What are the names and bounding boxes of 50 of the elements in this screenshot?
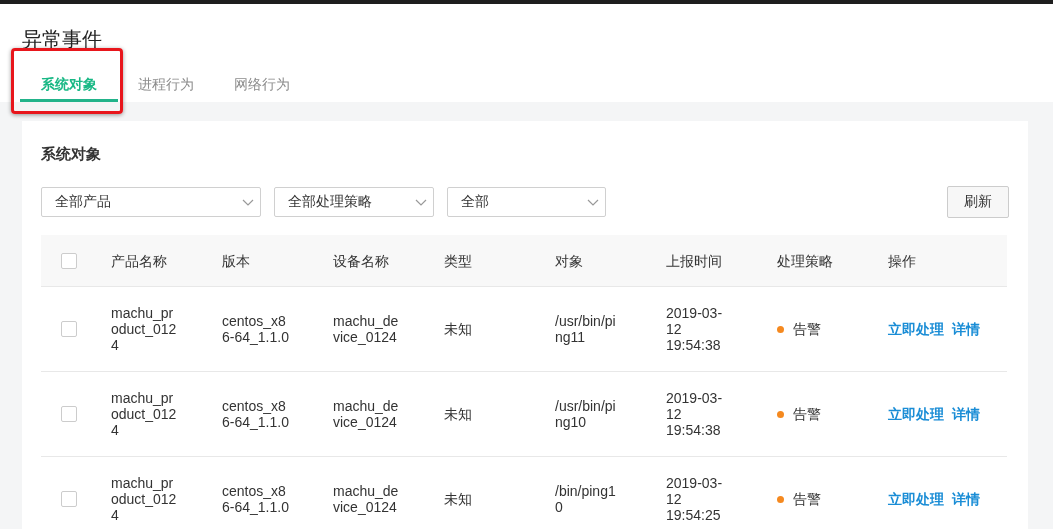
chevron-icon (415, 198, 427, 206)
status-label: 告警 (793, 406, 821, 422)
type-cell-text: 未知 (444, 491, 473, 507)
version-cell: centos_x86-64_1.1.0 (222, 313, 290, 345)
object-cell: /usr/bin/ping10 (555, 398, 617, 430)
time-cell-text: 2019-03-12 19:54:38 (666, 305, 724, 353)
type-cell-text: 未知 (444, 321, 473, 337)
version-cell: centos_x86-64_1.1.0 (222, 483, 290, 515)
page-title: 异常事件 (22, 27, 103, 52)
column-header: 类型 (444, 252, 472, 269)
action-link[interactable]: 立即处理 (888, 321, 944, 337)
time-cell-text: 2019-03-12 19:54:25 (666, 475, 724, 523)
checkbox[interactable] (61, 491, 77, 507)
device-cell: machu_device_0124 (333, 398, 400, 430)
action-link[interactable]: 详情 (952, 321, 980, 337)
checkbox[interactable] (61, 252, 77, 269)
card-title: 系统对象 (41, 144, 102, 163)
type-cell-text: 未知 (444, 406, 473, 422)
column-header: 对象 (555, 252, 583, 269)
column-header: 产品名称 (111, 252, 167, 269)
column-header: 处理策略 (777, 252, 833, 269)
tab[interactable]: 网络行为 (214, 68, 310, 102)
device-cell: machu_device_0124 (333, 483, 400, 515)
device-cell: machu_device_0124 (333, 313, 400, 345)
column-header: 上报时间 (666, 252, 722, 269)
action-link[interactable]: 立即处理 (888, 491, 944, 507)
action-link[interactable]: 详情 (952, 406, 980, 422)
action-link[interactable]: 详情 (952, 491, 980, 507)
action-link[interactable]: 立即处理 (888, 406, 944, 422)
dropdown[interactable]: 全部处理策略 (274, 187, 434, 217)
dropdown[interactable]: 全部产品 (41, 187, 261, 217)
column-header: 设备名称 (333, 252, 389, 269)
checkbox[interactable] (61, 321, 77, 337)
status-label: 告警 (793, 491, 821, 507)
object-cell: /usr/bin/ping11 (555, 313, 617, 345)
chevron-icon (242, 198, 254, 206)
time-cell-text: 2019-03-12 19:54:38 (666, 390, 724, 438)
product-cell: machu_product_0124 (111, 475, 177, 523)
product-cell: machu_product_0124 (111, 305, 177, 353)
version-cell: centos_x86-64_1.1.0 (222, 398, 290, 430)
tab[interactable]: 进程行为 (118, 68, 214, 102)
checkbox[interactable] (61, 406, 77, 422)
dropdown[interactable]: 全部 (447, 187, 606, 217)
object-cell: /bin/ping10 (555, 483, 617, 515)
refresh-button[interactable]: 刷新 (947, 186, 1009, 218)
status-label: 告警 (793, 321, 821, 337)
column-header: 操作 (888, 252, 916, 269)
product-cell: machu_product_0124 (111, 390, 177, 438)
column-header: 版本 (222, 252, 250, 269)
chevron-icon (587, 198, 599, 206)
